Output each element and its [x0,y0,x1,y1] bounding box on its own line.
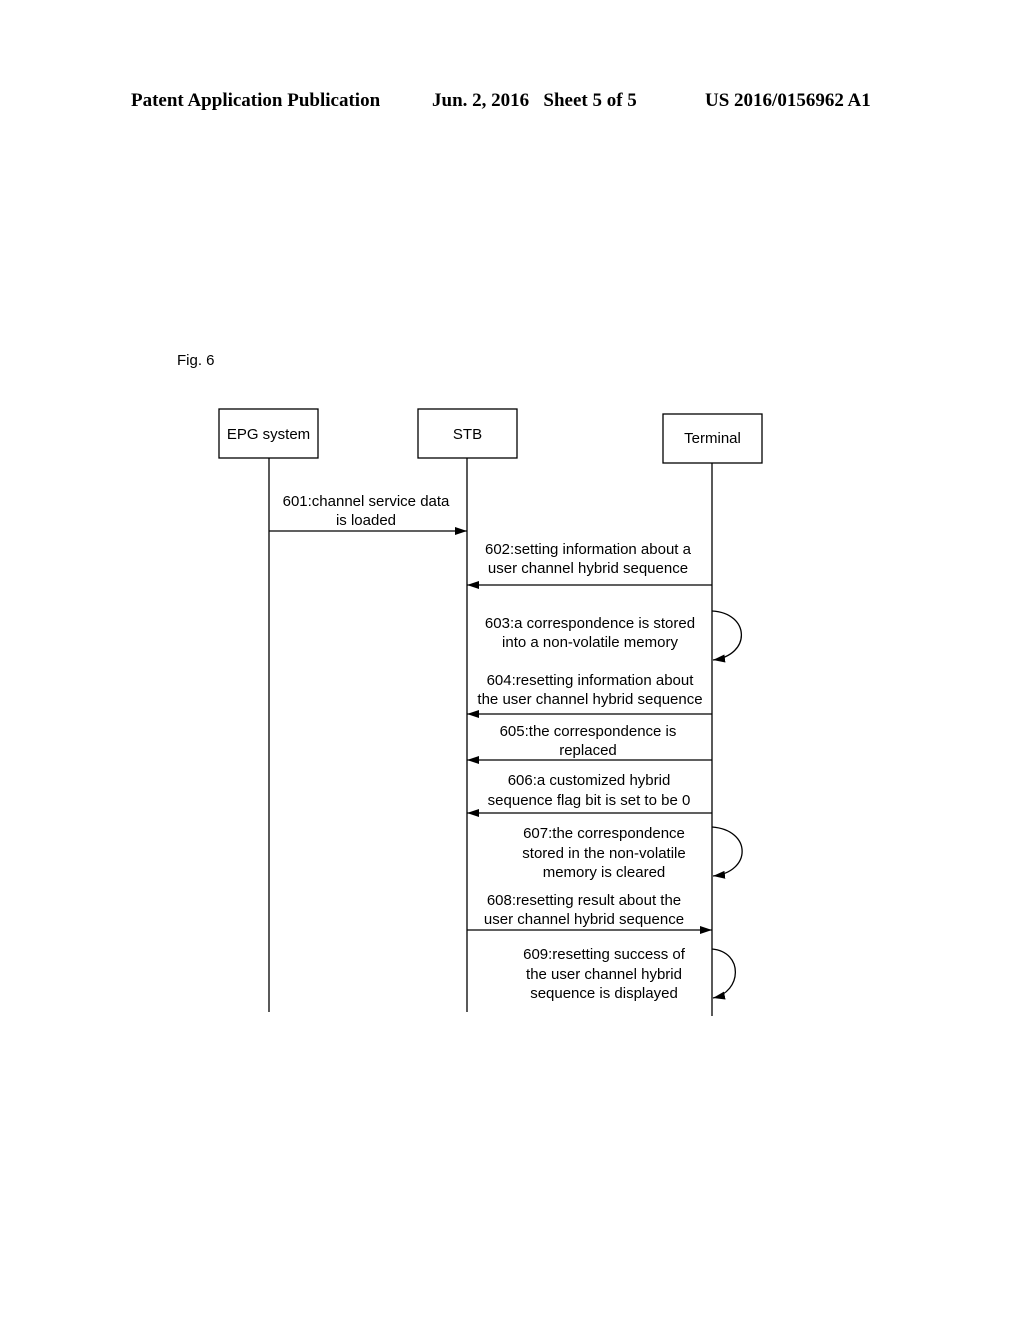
message-text-line: 604:resetting information about [487,672,695,689]
message-text-line: 606:a customized hybrid [508,772,671,789]
message-text-line: stored in the non-volatile [522,845,685,862]
message-text-line: the user channel hybrid [526,966,682,983]
message-604: 604:resetting information about the user… [467,672,712,718]
sequence-diagram: EPG system STB Terminal 601:channel serv… [218,408,763,1016]
message-606: 606:a customized hybrid sequence flag bi… [467,772,712,817]
message-text-line: user channel hybrid sequence [488,560,688,577]
message-text-line: 608:resetting result about the [487,892,681,909]
self-loop-arrow [711,610,742,663]
actor-label: STB [453,426,482,443]
self-loop-arrow [711,948,736,1000]
message-text-line: replaced [559,742,617,759]
message-text-line: memory is cleared [543,864,666,881]
message-601: 601:channel service data is loaded [269,493,467,535]
message-text-line: sequence is displayed [530,985,678,1002]
actor-terminal: Terminal [662,413,763,464]
actor-stb: STB [417,408,518,459]
message-text-line: 602:setting information about a [485,541,692,558]
message-text-line: the user channel hybrid sequence [477,691,702,708]
message-text-line: 603:a correspondence is stored [485,615,695,632]
actor-label: Terminal [684,430,741,447]
actor-epg-system: EPG system [218,408,319,459]
message-text-line: sequence flag bit is set to be 0 [488,792,691,809]
message-text-line: into a non-volatile memory [502,634,678,651]
actor-label: EPG system [227,426,310,443]
message-607: 607:the correspondence stored in the non… [522,825,743,881]
message-605: 605:the correspondence is replaced [467,723,712,764]
message-602: 602:setting information about a user cha… [467,541,712,589]
message-text-line: 605:the correspondence is [500,723,677,740]
message-text-line: 609:resetting success of [523,946,686,963]
message-603: 603:a correspondence is stored into a no… [485,610,742,663]
message-text-line: 601:channel service data [283,493,450,510]
message-text-line: user channel hybrid sequence [484,911,684,928]
message-text-line: 607:the correspondence [523,825,685,842]
message-text-line: is loaded [336,512,396,529]
message-609: 609:resetting success of the user channe… [523,946,736,1002]
self-loop-arrow [711,826,743,879]
message-608: 608:resetting result about the user chan… [467,892,712,934]
